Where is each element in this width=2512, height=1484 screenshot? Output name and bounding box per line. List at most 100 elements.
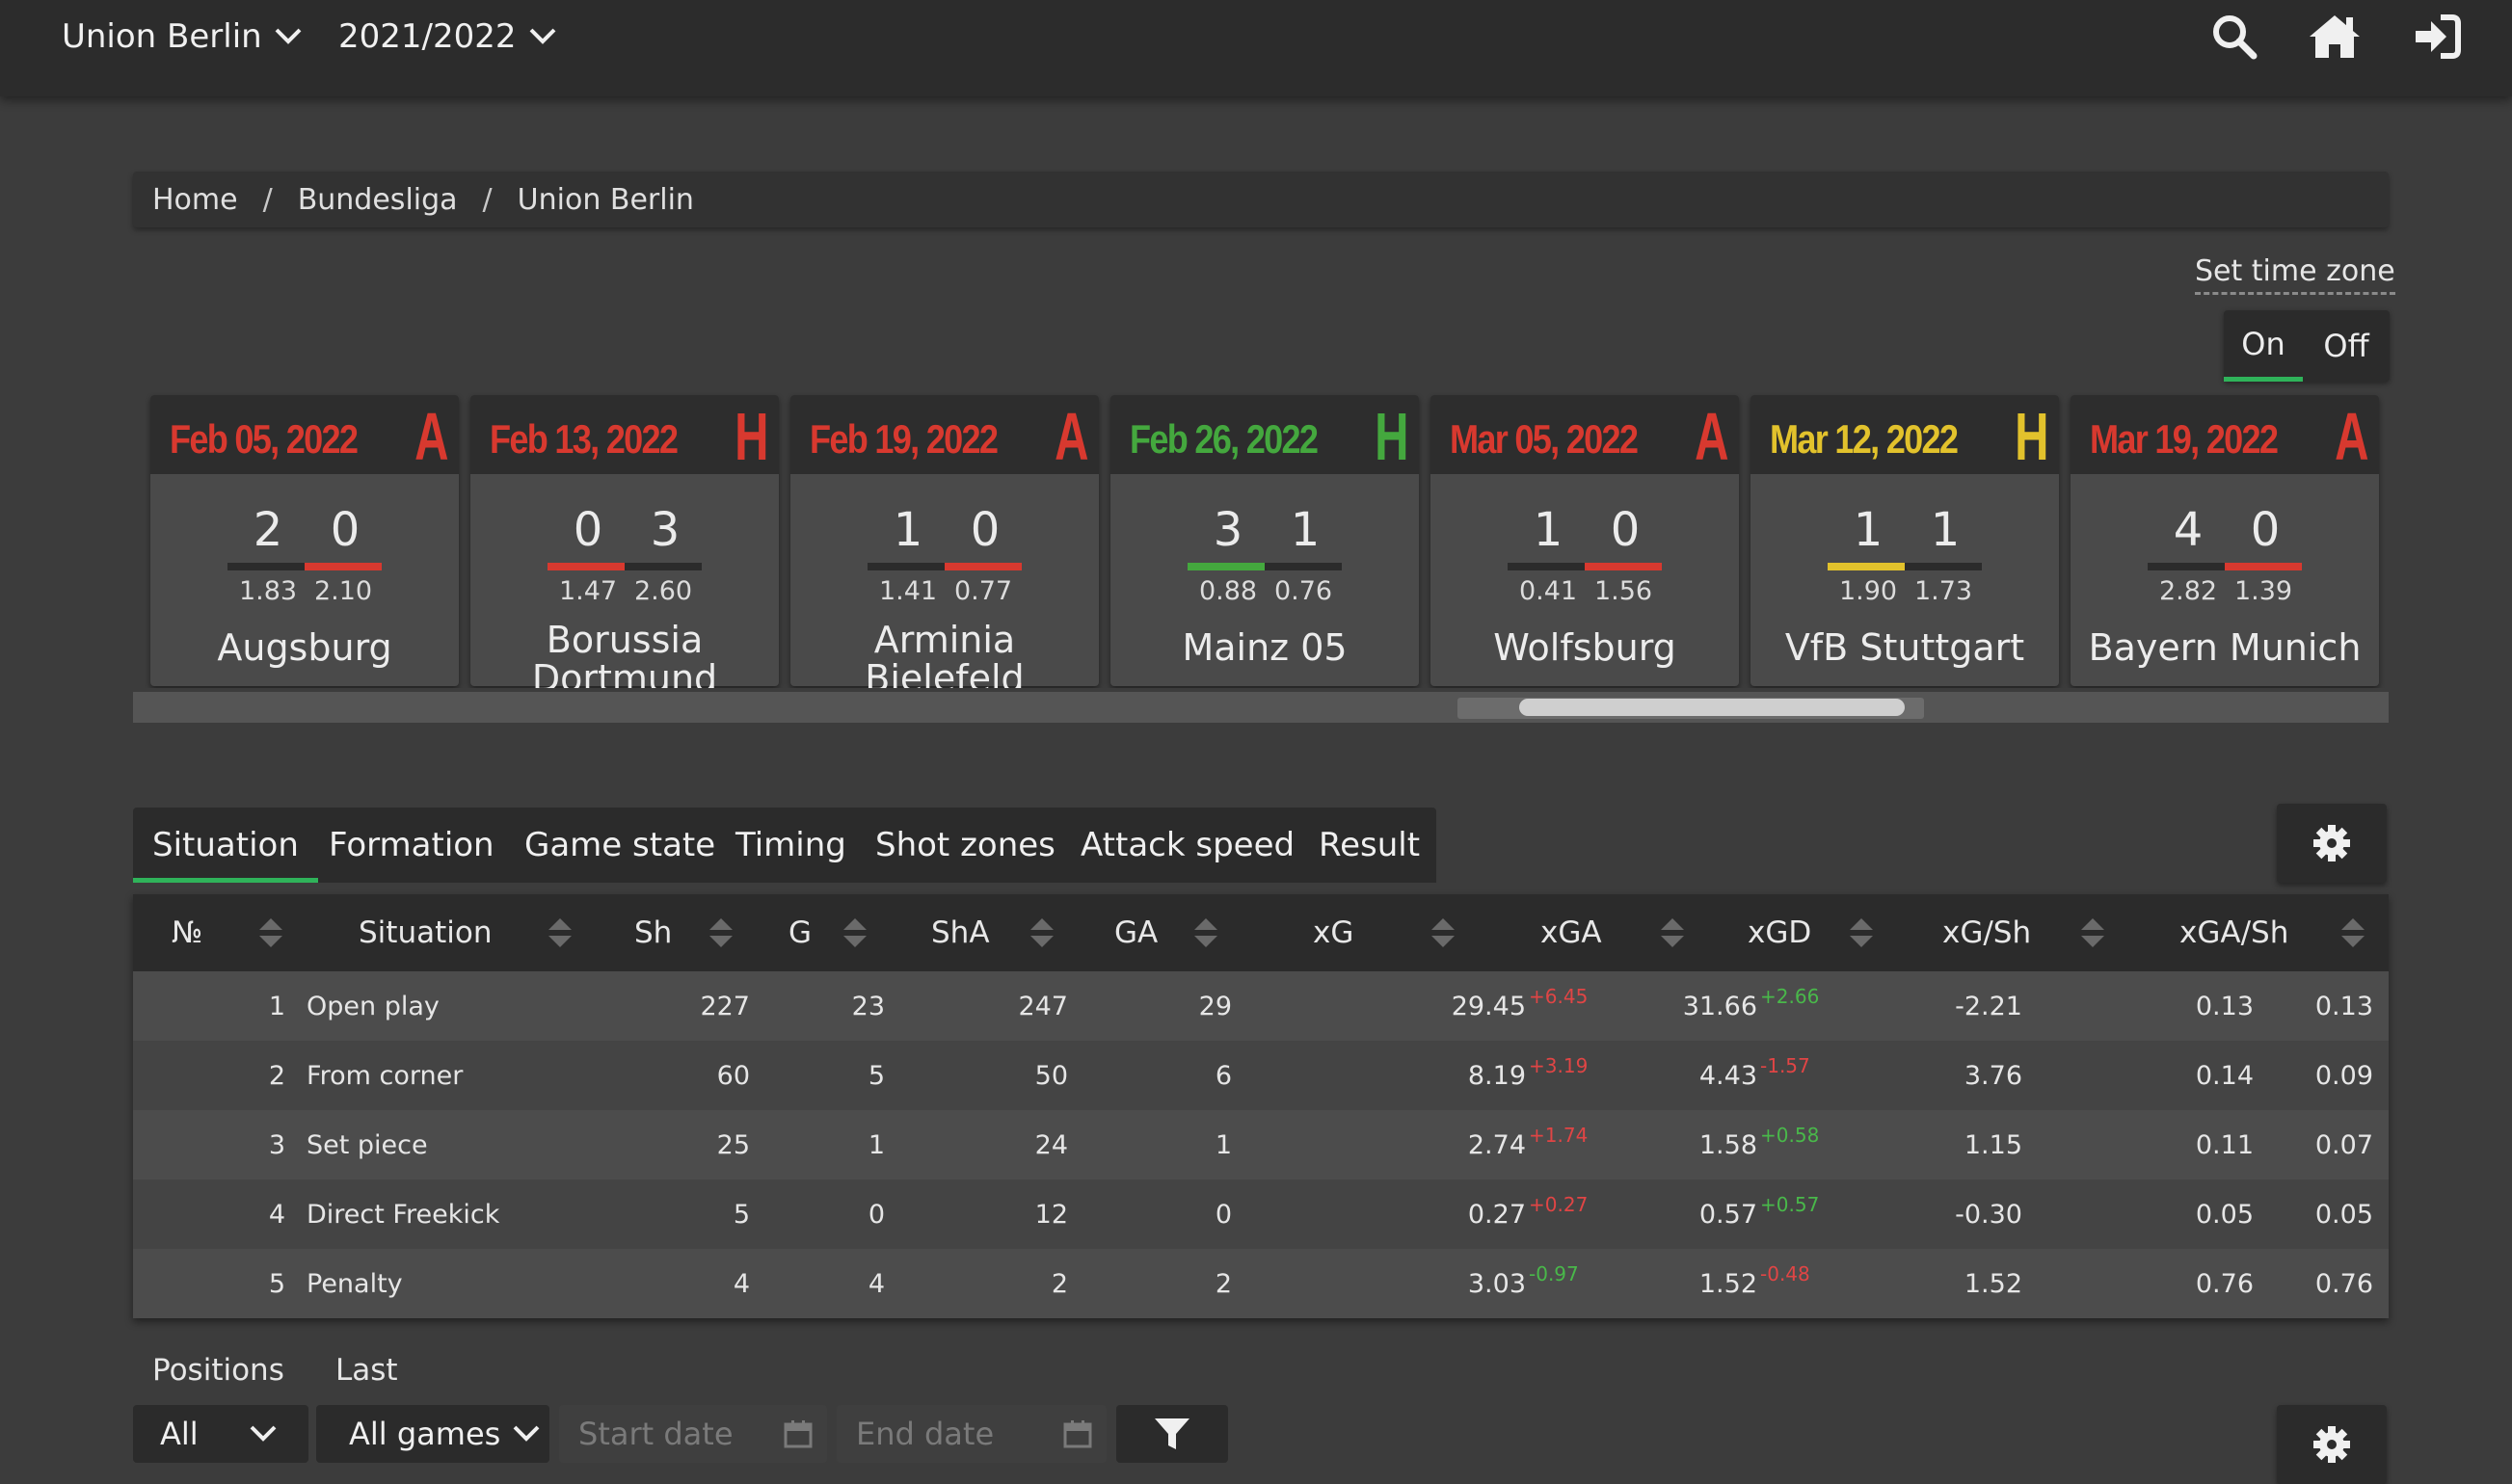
column-header-goals-against[interactable]: GA bbox=[1114, 894, 1158, 971]
venue-indicator: H bbox=[2015, 399, 2049, 474]
sort-icon[interactable] bbox=[1849, 917, 1874, 948]
row-number: 2 bbox=[268, 1060, 285, 1091]
match-card[interactable]: Mar 19, 2022 A 4 0 2.82 1.39 Bayern Muni… bbox=[2071, 395, 2379, 686]
tab-game-state[interactable]: Game state bbox=[524, 808, 715, 883]
column-header-number[interactable]: № bbox=[172, 894, 202, 971]
situation-name: Open play bbox=[307, 991, 440, 1021]
opponent-name[interactable]: Augsburg bbox=[150, 628, 459, 667]
column-header-xg[interactable]: xG bbox=[1313, 894, 1353, 971]
goals-value: 1 bbox=[868, 1129, 885, 1160]
match-cards-carousel[interactable]: Feb 05, 2022 A 2 0 1.83 2.10 Augsburg Fe… bbox=[133, 387, 2389, 688]
match-card[interactable]: Feb 26, 2022 H 3 1 0.88 0.76 Mainz 05 bbox=[1110, 395, 1419, 686]
opponent-name[interactable]: Mainz 05 bbox=[1110, 628, 1419, 667]
tab-last[interactable]: Last bbox=[335, 1353, 398, 1388]
column-header-shots-against[interactable]: ShA bbox=[931, 894, 990, 971]
sort-icon[interactable] bbox=[842, 917, 868, 948]
xga-per-shot-value: 0.07 bbox=[2314, 1129, 2373, 1160]
xga-difference: -0.48 bbox=[1760, 1262, 1810, 1285]
sort-icon[interactable] bbox=[258, 917, 283, 948]
away-score-bar bbox=[945, 563, 1022, 570]
away-score-bar bbox=[305, 563, 382, 570]
column-header-shots[interactable]: Sh bbox=[634, 894, 672, 971]
sign-in-icon[interactable] bbox=[2412, 12, 2462, 62]
away-score: 3 bbox=[650, 503, 681, 557]
sort-icon[interactable] bbox=[1029, 917, 1055, 948]
start-date-input[interactable]: Start date bbox=[559, 1405, 827, 1463]
column-header-xgd[interactable]: xGD bbox=[1748, 894, 1811, 971]
away-score-bar bbox=[625, 563, 702, 570]
breadcrumb-league[interactable]: Bundesliga bbox=[298, 183, 458, 217]
column-header-xga[interactable]: xGA bbox=[1540, 894, 1602, 971]
match-card[interactable]: Mar 05, 2022 A 1 0 0.41 1.56 Wolfsburg bbox=[1430, 395, 1739, 686]
home-score: 3 bbox=[1213, 503, 1243, 557]
column-header-goals[interactable]: G bbox=[788, 894, 812, 971]
shots-against-value: 2 bbox=[1051, 1268, 1068, 1299]
home-icon[interactable] bbox=[2306, 12, 2364, 62]
games-select[interactable]: All games bbox=[316, 1405, 549, 1463]
xga-value: 1.52 bbox=[1698, 1268, 1757, 1299]
sort-icon[interactable] bbox=[1193, 917, 1218, 948]
opponent-name[interactable]: VfB Stuttgart bbox=[1750, 628, 2059, 667]
filter-button[interactable] bbox=[1116, 1405, 1228, 1463]
tab-timing[interactable]: Timing bbox=[735, 808, 846, 883]
away-score: 1 bbox=[1290, 503, 1321, 557]
home-score-bar bbox=[1508, 563, 1585, 570]
breadcrumb: Home / Bundesliga / Union Berlin bbox=[133, 172, 2389, 227]
gear-icon bbox=[2313, 1426, 2350, 1463]
opponent-name[interactable]: Arminia Bielefeld bbox=[848, 621, 1041, 688]
goals-value: 23 bbox=[851, 991, 885, 1021]
breadcrumb-home[interactable]: Home bbox=[152, 183, 238, 217]
column-header-xga-per-shot[interactable]: xGA/Sh bbox=[2179, 894, 2288, 971]
sort-icon[interactable] bbox=[708, 917, 734, 948]
shots-value: 227 bbox=[700, 991, 750, 1021]
table-settings-button[interactable] bbox=[2277, 804, 2387, 883]
match-card-header: Mar 05, 2022 A bbox=[1430, 395, 1739, 474]
timezone-off-button[interactable]: Off bbox=[2303, 310, 2390, 382]
position-select[interactable]: All bbox=[133, 1405, 308, 1463]
tab-result[interactable]: Result bbox=[1319, 808, 1420, 883]
tab-formation[interactable]: Formation bbox=[329, 808, 494, 883]
opponent-name[interactable]: Borussia Dortmund bbox=[528, 621, 721, 688]
chevron-down-icon bbox=[529, 28, 555, 44]
sort-icon[interactable] bbox=[548, 917, 573, 948]
xga-cell: 0.57 +0.57 bbox=[1502, 1179, 1820, 1249]
shots-against-value: 12 bbox=[1034, 1199, 1068, 1230]
tab-attack-speed[interactable]: Attack speed bbox=[1081, 808, 1295, 883]
column-header-situation[interactable]: Situation bbox=[359, 894, 492, 971]
goals-against-value: 6 bbox=[1215, 1060, 1232, 1091]
venue-indicator: A bbox=[1055, 399, 1089, 474]
end-date-input[interactable]: End date bbox=[837, 1405, 1107, 1463]
search-icon[interactable] bbox=[2209, 12, 2259, 62]
tab-positions[interactable]: Positions bbox=[152, 1353, 284, 1388]
set-time-zone-link[interactable]: Set time zone bbox=[2195, 254, 2395, 295]
carousel-scrollbar[interactable] bbox=[133, 692, 2389, 723]
season-select[interactable]: 2021/2022 bbox=[338, 10, 557, 64]
sort-icon[interactable] bbox=[1660, 917, 1685, 948]
match-card[interactable]: Feb 19, 2022 A 1 0 1.41 0.77 Arminia Bie… bbox=[790, 395, 1099, 688]
match-card[interactable]: Mar 12, 2022 H 1 1 1.90 1.73 VfB Stuttga… bbox=[1750, 395, 2059, 686]
sort-icon[interactable] bbox=[1430, 917, 1456, 948]
sort-icon[interactable] bbox=[2080, 917, 2105, 948]
sort-icon[interactable] bbox=[2340, 917, 2365, 948]
away-score: 0 bbox=[330, 503, 361, 557]
timezone-on-button[interactable]: On bbox=[2224, 310, 2303, 382]
match-card[interactable]: Feb 13, 2022 H 0 3 1.47 2.60 Borussia Do… bbox=[470, 395, 779, 688]
team-select[interactable]: Union Berlin bbox=[62, 10, 303, 64]
goals-value: 0 bbox=[868, 1199, 885, 1230]
opponent-name[interactable]: Bayern Munich bbox=[2071, 628, 2379, 667]
away-score: 0 bbox=[970, 503, 1001, 557]
tab-shot-zones[interactable]: Shot zones bbox=[875, 808, 1056, 883]
opponent-name[interactable]: Wolfsburg bbox=[1430, 628, 1739, 667]
players-settings-button[interactable] bbox=[2277, 1405, 2387, 1484]
table-row: 5 Penalty 4 4 2 2 3.03 -0.97 1.52 -0.48 … bbox=[133, 1249, 2389, 1318]
away-score-bar bbox=[1585, 563, 1662, 570]
column-header-xg-per-shot[interactable]: xG/Sh bbox=[1942, 894, 2031, 971]
scrollbar-thumb[interactable] bbox=[1519, 699, 1905, 716]
match-card[interactable]: Feb 05, 2022 A 2 0 1.83 2.10 Augsburg bbox=[150, 395, 459, 686]
match-date: Feb 13, 2022 bbox=[490, 416, 679, 462]
tab-situation[interactable]: Situation bbox=[133, 808, 318, 883]
shots-against-value: 50 bbox=[1034, 1060, 1068, 1091]
top-navbar: Union Berlin 2021/2022 bbox=[0, 0, 2512, 96]
xga-value: 4.43 bbox=[1698, 1060, 1757, 1091]
match-date: Mar 19, 2022 bbox=[2090, 416, 2279, 462]
